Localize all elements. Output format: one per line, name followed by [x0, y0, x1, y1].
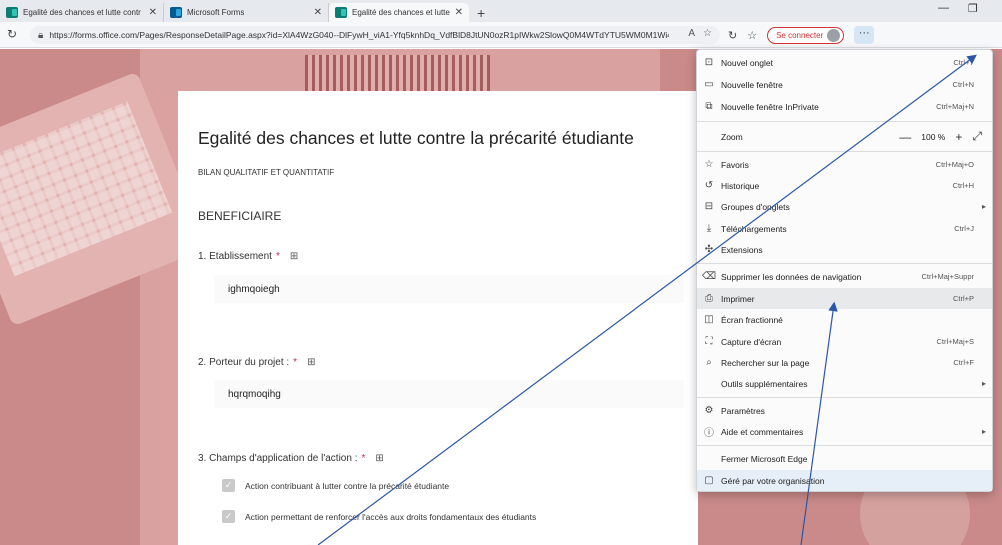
forms-favicon-icon [335, 7, 347, 18]
screenshot-icon: ⛶ [705, 336, 713, 347]
submenu-arrow-icon: ▸ [981, 379, 986, 388]
section-title: BENEFICIAIRE [198, 209, 282, 223]
new-tab-icon: ⊡ [704, 57, 714, 68]
tab-title: Egalité des chances et lutte contr [352, 8, 450, 17]
menu-item-split-screen[interactable]: ◫ Écran fractionné [697, 309, 992, 330]
immersive-reader-icon[interactable]: ⊞ [375, 453, 383, 464]
help-icon: ⓘ [704, 428, 714, 439]
zoom-control: — 100 % + ⤢ [899, 129, 982, 144]
required-marker: * [275, 251, 280, 262]
menu-item-inprivate[interactable]: ⧉ Nouvelle fenêtre InPrivate Ctrl+Maj+N [697, 96, 992, 117]
question-2-label: 2. Porteur du projet : * ⊞ [198, 357, 316, 368]
menu-item-new-window[interactable]: ▭ Nouvelle fenêtre Ctrl+N [697, 74, 992, 95]
new-tab-button[interactable]: + [469, 3, 493, 22]
menu-item-new-tab[interactable]: ⊡ Nouvel onglet Ctrl+T [697, 52, 992, 73]
form-subtitle: BILAN QUALITATIF ET QUANTITATIF [198, 168, 335, 177]
checkbox-checked[interactable]: ✓ [222, 479, 235, 492]
checkbox-checked[interactable]: ✓ [222, 510, 235, 523]
menu-item-tab-groups[interactable]: ⊟ Groupes d'onglets ▸ [697, 196, 992, 217]
favorites-icon: ☆ [704, 159, 714, 170]
tab-groups-icon: ⊟ [704, 201, 714, 212]
decorative-grille [305, 55, 490, 95]
print-icon: ⎙ [705, 293, 713, 304]
immersive-reader-icon[interactable]: ⊞ [290, 251, 298, 262]
option-row[interactable]: ✓ Action permettant de renforcer l'accès… [222, 510, 536, 523]
tab-title: Egalité des chances et lutte contr [23, 8, 141, 17]
settings-more-button[interactable]: ··· [854, 26, 875, 44]
tab-strip: Egalité des chances et lutte contr ✕ Mic… [0, 0, 1002, 22]
question-1-answer[interactable]: ighmqoiegh [214, 275, 684, 303]
option-label: Action permettant de renforcer l'accès a… [245, 511, 537, 522]
option-label: Action contribuant à lutter contre la pr… [245, 480, 450, 491]
menu-item-print[interactable]: ⎙ Imprimer Ctrl+P [697, 288, 992, 309]
question-2-answer[interactable]: hqrqmoqihg [214, 380, 684, 408]
tab-close-icon[interactable]: ✕ [455, 7, 463, 18]
new-window-icon: ▭ [704, 79, 714, 90]
avatar-icon [827, 28, 841, 42]
zoom-value: 100 % [921, 131, 946, 142]
favorites-bar-icon[interactable]: ☆ [747, 29, 757, 42]
forms-favicon-icon [6, 7, 18, 18]
tab-close-icon[interactable]: ✕ [149, 7, 157, 18]
settings-icon: ⚙ [704, 405, 714, 416]
extensions-icon: ✣ [704, 244, 714, 255]
menu-item-close-edge[interactable]: Fermer Microsoft Edge [697, 448, 992, 469]
ms-forms-favicon-icon [170, 7, 182, 18]
sign-in-label: Se connecter [776, 30, 824, 40]
menu-item-settings[interactable]: ⚙ Paramètres [697, 400, 992, 421]
form-title: Egalité des chances et lutte contre la p… [198, 128, 634, 148]
menu-item-history[interactable]: ↺ Historique Ctrl+H [697, 175, 992, 196]
tab-title: Microsoft Forms [187, 8, 245, 17]
tab-2[interactable]: Microsoft Forms ✕ [164, 3, 329, 22]
menu-item-favorites[interactable]: ☆ Favoris Ctrl+Maj+O [697, 154, 992, 175]
menu-item-delete-data[interactable]: ⌫ Supprimer les données de navigation Ct… [697, 266, 992, 287]
submenu-arrow-icon: ▸ [981, 427, 986, 436]
managed-icon: ▢ [704, 475, 714, 486]
menu-item-downloads[interactable]: ⤓ Téléchargements Ctrl+J [697, 218, 992, 239]
refresh-page-icon[interactable]: ↻ [728, 29, 737, 42]
favorite-star-icon[interactable]: ☆ [703, 28, 712, 39]
required-marker: * [293, 357, 298, 368]
question-1-label: 1. Etablissement * ⊞ [198, 251, 299, 262]
menu-item-managed[interactable]: ▢ Géré par votre organisation [697, 470, 992, 491]
delete-data-icon: ⌫ [701, 271, 717, 282]
split-screen-icon: ◫ [704, 314, 714, 325]
menu-item-extensions[interactable]: ✣ Extensions [697, 239, 992, 260]
submenu-arrow-icon: ▸ [981, 202, 986, 211]
tab-close-icon[interactable]: ✕ [314, 7, 322, 18]
tab-1[interactable]: Egalité des chances et lutte contr ✕ [0, 3, 164, 22]
zoom-out-button[interactable]: — [899, 130, 911, 144]
tab-3-active[interactable]: Egalité des chances et lutte contr ✕ [329, 3, 469, 22]
sign-in-button[interactable]: Se connecter [767, 26, 845, 44]
option-row[interactable]: ✓ Action contribuant à lutter contre la … [222, 479, 449, 492]
read-aloud-icon[interactable]: A [688, 28, 695, 39]
menu-item-more-tools[interactable]: Outils supplémentaires ▸ [697, 373, 992, 394]
menu-item-zoom: Zoom — 100 % + ⤢ [721, 129, 982, 144]
minimize-icon[interactable]: — [938, 2, 949, 14]
immersive-reader-icon[interactable]: ⊞ [307, 357, 315, 368]
refresh-icon[interactable]: ↻ [2, 27, 22, 41]
menu-item-help[interactable]: ⓘ Aide et commentaires ▸ [697, 421, 992, 442]
inprivate-icon: ⧉ [705, 101, 713, 112]
question-3-label: 3. Champs d'application de l'action : * … [198, 453, 384, 464]
zoom-in-button[interactable]: + [955, 130, 962, 144]
url-field[interactable]: 🔒︎ https://forms.office.com/Pages/Respon… [30, 26, 720, 44]
url-text: https://forms.office.com/Pages/ResponseD… [49, 30, 670, 40]
form-card: Egalité des chances et lutte contre la p… [178, 91, 698, 545]
downloads-icon: ⤓ [706, 223, 712, 234]
restore-icon[interactable]: ❐ [968, 2, 978, 15]
lock-icon: 🔒︎ [38, 29, 44, 41]
history-icon: ↺ [704, 180, 714, 191]
required-marker: * [361, 453, 366, 464]
menu-item-find[interactable]: ⌕ Rechercher sur la page Ctrl+F [697, 352, 992, 373]
find-icon: ⌕ [706, 357, 712, 368]
fullscreen-icon[interactable]: ⤢ [972, 129, 982, 144]
address-bar: ↻ 🔒︎ https://forms.office.com/Pages/Resp… [0, 22, 1002, 48]
settings-menu: ⊡ Nouvel onglet Ctrl+T ▭ Nouvelle fenêtr… [696, 49, 993, 492]
menu-item-screenshot[interactable]: ⛶ Capture d'écran Ctrl+Maj+S [697, 331, 992, 352]
